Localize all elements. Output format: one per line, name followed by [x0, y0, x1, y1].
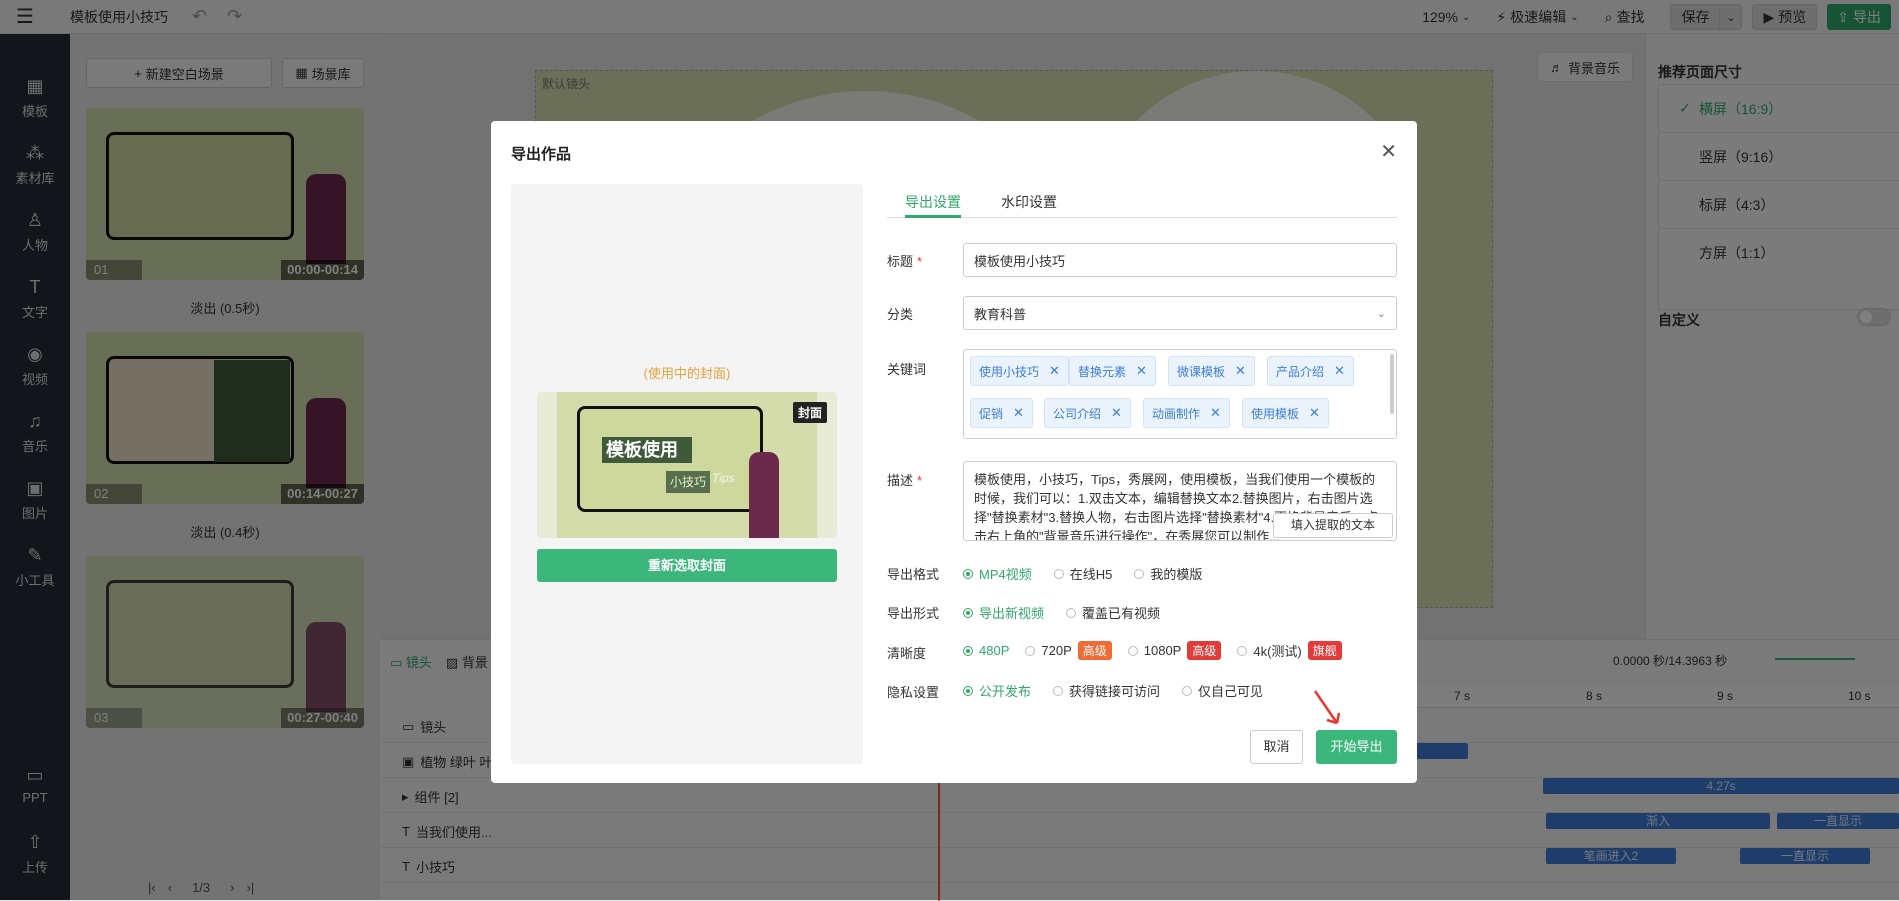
quality-radio-group: 480P 720P 高级 1080P 高级 4k(测试) 旗舰 [963, 641, 1342, 660]
cover-frame: 模板使用 小技巧 Tips [577, 406, 763, 512]
premium-badge: 高级 [1187, 641, 1222, 660]
keyword-tag[interactable]: 微课模板 ✕ [1168, 356, 1255, 386]
cover-badge: 封面 [792, 402, 827, 423]
radio-mp4[interactable]: MP4视频 [963, 564, 1032, 583]
radio-overwrite-video[interactable]: 覆盖已有视频 [1066, 603, 1160, 622]
close-icon[interactable]: ✕ [1334, 363, 1345, 379]
keywords-box[interactable]: 使用小技巧 ✕ 替换元素 ✕ 微课模板 ✕ 产品介绍 ✕ 促销 ✕ 公司介绍 ✕ 动画制作 ✕… [963, 349, 1397, 439]
keyword-tag[interactable]: 使用模板 ✕ [1242, 398, 1329, 428]
tab-export-settings[interactable]: 导出设置 [905, 192, 961, 212]
keyword-tag[interactable]: 动画制作 ✕ [1143, 398, 1230, 428]
title-label: 标题 * [887, 254, 923, 269]
category-label: 分类 [887, 307, 914, 322]
radio-link-access[interactable]: 获得链接可访问 [1053, 681, 1160, 700]
keyword-tag[interactable]: 产品介绍 ✕ [1267, 356, 1354, 386]
quality-label: 清晰度 [887, 646, 927, 661]
close-icon[interactable]: ✕ [1013, 405, 1024, 421]
cover-panel: (使用中的封面) 模板使用 小技巧 Tips 封面 重新选取封面 [511, 184, 863, 764]
start-export-button[interactable]: 开始导出 [1316, 730, 1397, 764]
cover-image[interactable]: 模板使用 小技巧 Tips 封面 [537, 392, 837, 538]
radio-1080p[interactable]: 1080P 高级 [1127, 641, 1222, 660]
close-icon[interactable]: ✕ [1136, 363, 1147, 379]
close-icon[interactable]: ✕ [1235, 363, 1246, 379]
chevron-down-icon: ⌄ [1376, 307, 1386, 320]
close-icon[interactable]: ✕ [1309, 405, 1320, 421]
radio-h5[interactable]: 在线H5 [1053, 564, 1112, 583]
keyword-tag[interactable]: 促销 ✕ [970, 398, 1033, 428]
close-icon[interactable]: ✕ [1380, 139, 1397, 164]
format-radio-group: MP4视频 在线H5 我的模版 [963, 564, 1202, 583]
radio-public[interactable]: 公开发布 [963, 681, 1031, 700]
reselect-cover-button[interactable]: 重新选取封面 [537, 549, 837, 582]
keyword-tag[interactable]: 使用小技巧 ✕ [970, 356, 1069, 386]
radio-private[interactable]: 仅自己可见 [1182, 681, 1263, 700]
radio-720p[interactable]: 720P 高级 [1025, 641, 1112, 660]
privacy-label: 隐私设置 [887, 685, 940, 700]
radio-new-video[interactable]: 导出新视频 [963, 603, 1044, 622]
keywords-label: 关键词 [887, 362, 927, 377]
cover-tips: Tips [712, 471, 735, 485]
description-label: 描述 * [887, 473, 923, 488]
export-dialog: 导出作品 ✕ (使用中的封面) 模板使用 小技巧 Tips 封面 重新选取封面 … [491, 121, 1417, 783]
flagship-badge: 旗舰 [1307, 641, 1342, 660]
export-form-label: 导出形式 [887, 606, 940, 621]
active-tab-indicator [905, 215, 961, 218]
keyword-tag[interactable]: 公司介绍 ✕ [1044, 398, 1131, 428]
close-icon[interactable]: ✕ [1111, 405, 1122, 421]
radio-480p[interactable]: 480P [963, 641, 1009, 660]
export-form-radio-group: 导出新视频 覆盖已有视频 [963, 603, 1160, 622]
cover-status-label: (使用中的封面) [643, 366, 731, 381]
cancel-button[interactable]: 取消 [1250, 730, 1303, 764]
tab-watermark-settings[interactable]: 水印设置 [1001, 192, 1057, 212]
pointer-arrow-icon [1313, 690, 1341, 725]
cover-sub: 小技巧 [666, 471, 710, 493]
premium-badge: 高级 [1077, 641, 1112, 660]
close-icon[interactable]: ✕ [1210, 405, 1221, 421]
radio-4k[interactable]: 4k(测试) 旗舰 [1237, 641, 1342, 660]
close-icon[interactable]: ✕ [1049, 363, 1060, 379]
keyword-tag[interactable]: 替换元素 ✕ [1069, 356, 1156, 386]
fill-extracted-text-button[interactable]: 填入提取的文本 [1273, 513, 1393, 538]
scrollbar[interactable] [1390, 354, 1394, 414]
privacy-radio-group: 公开发布 获得链接可访问 仅自己可见 [963, 681, 1263, 700]
character-figure [749, 452, 779, 538]
radio-my-template[interactable]: 我的模版 [1134, 564, 1202, 583]
dialog-title: 导出作品 [511, 146, 572, 163]
settings-tabs: 导出设置 水印设置 [887, 184, 1397, 218]
cover-heading: 模板使用 [602, 437, 692, 463]
format-label: 导出格式 [887, 567, 940, 582]
category-select[interactable]: 教育科普 ⌄ [963, 296, 1397, 330]
title-input[interactable]: 模板使用小技巧 [963, 243, 1397, 277]
